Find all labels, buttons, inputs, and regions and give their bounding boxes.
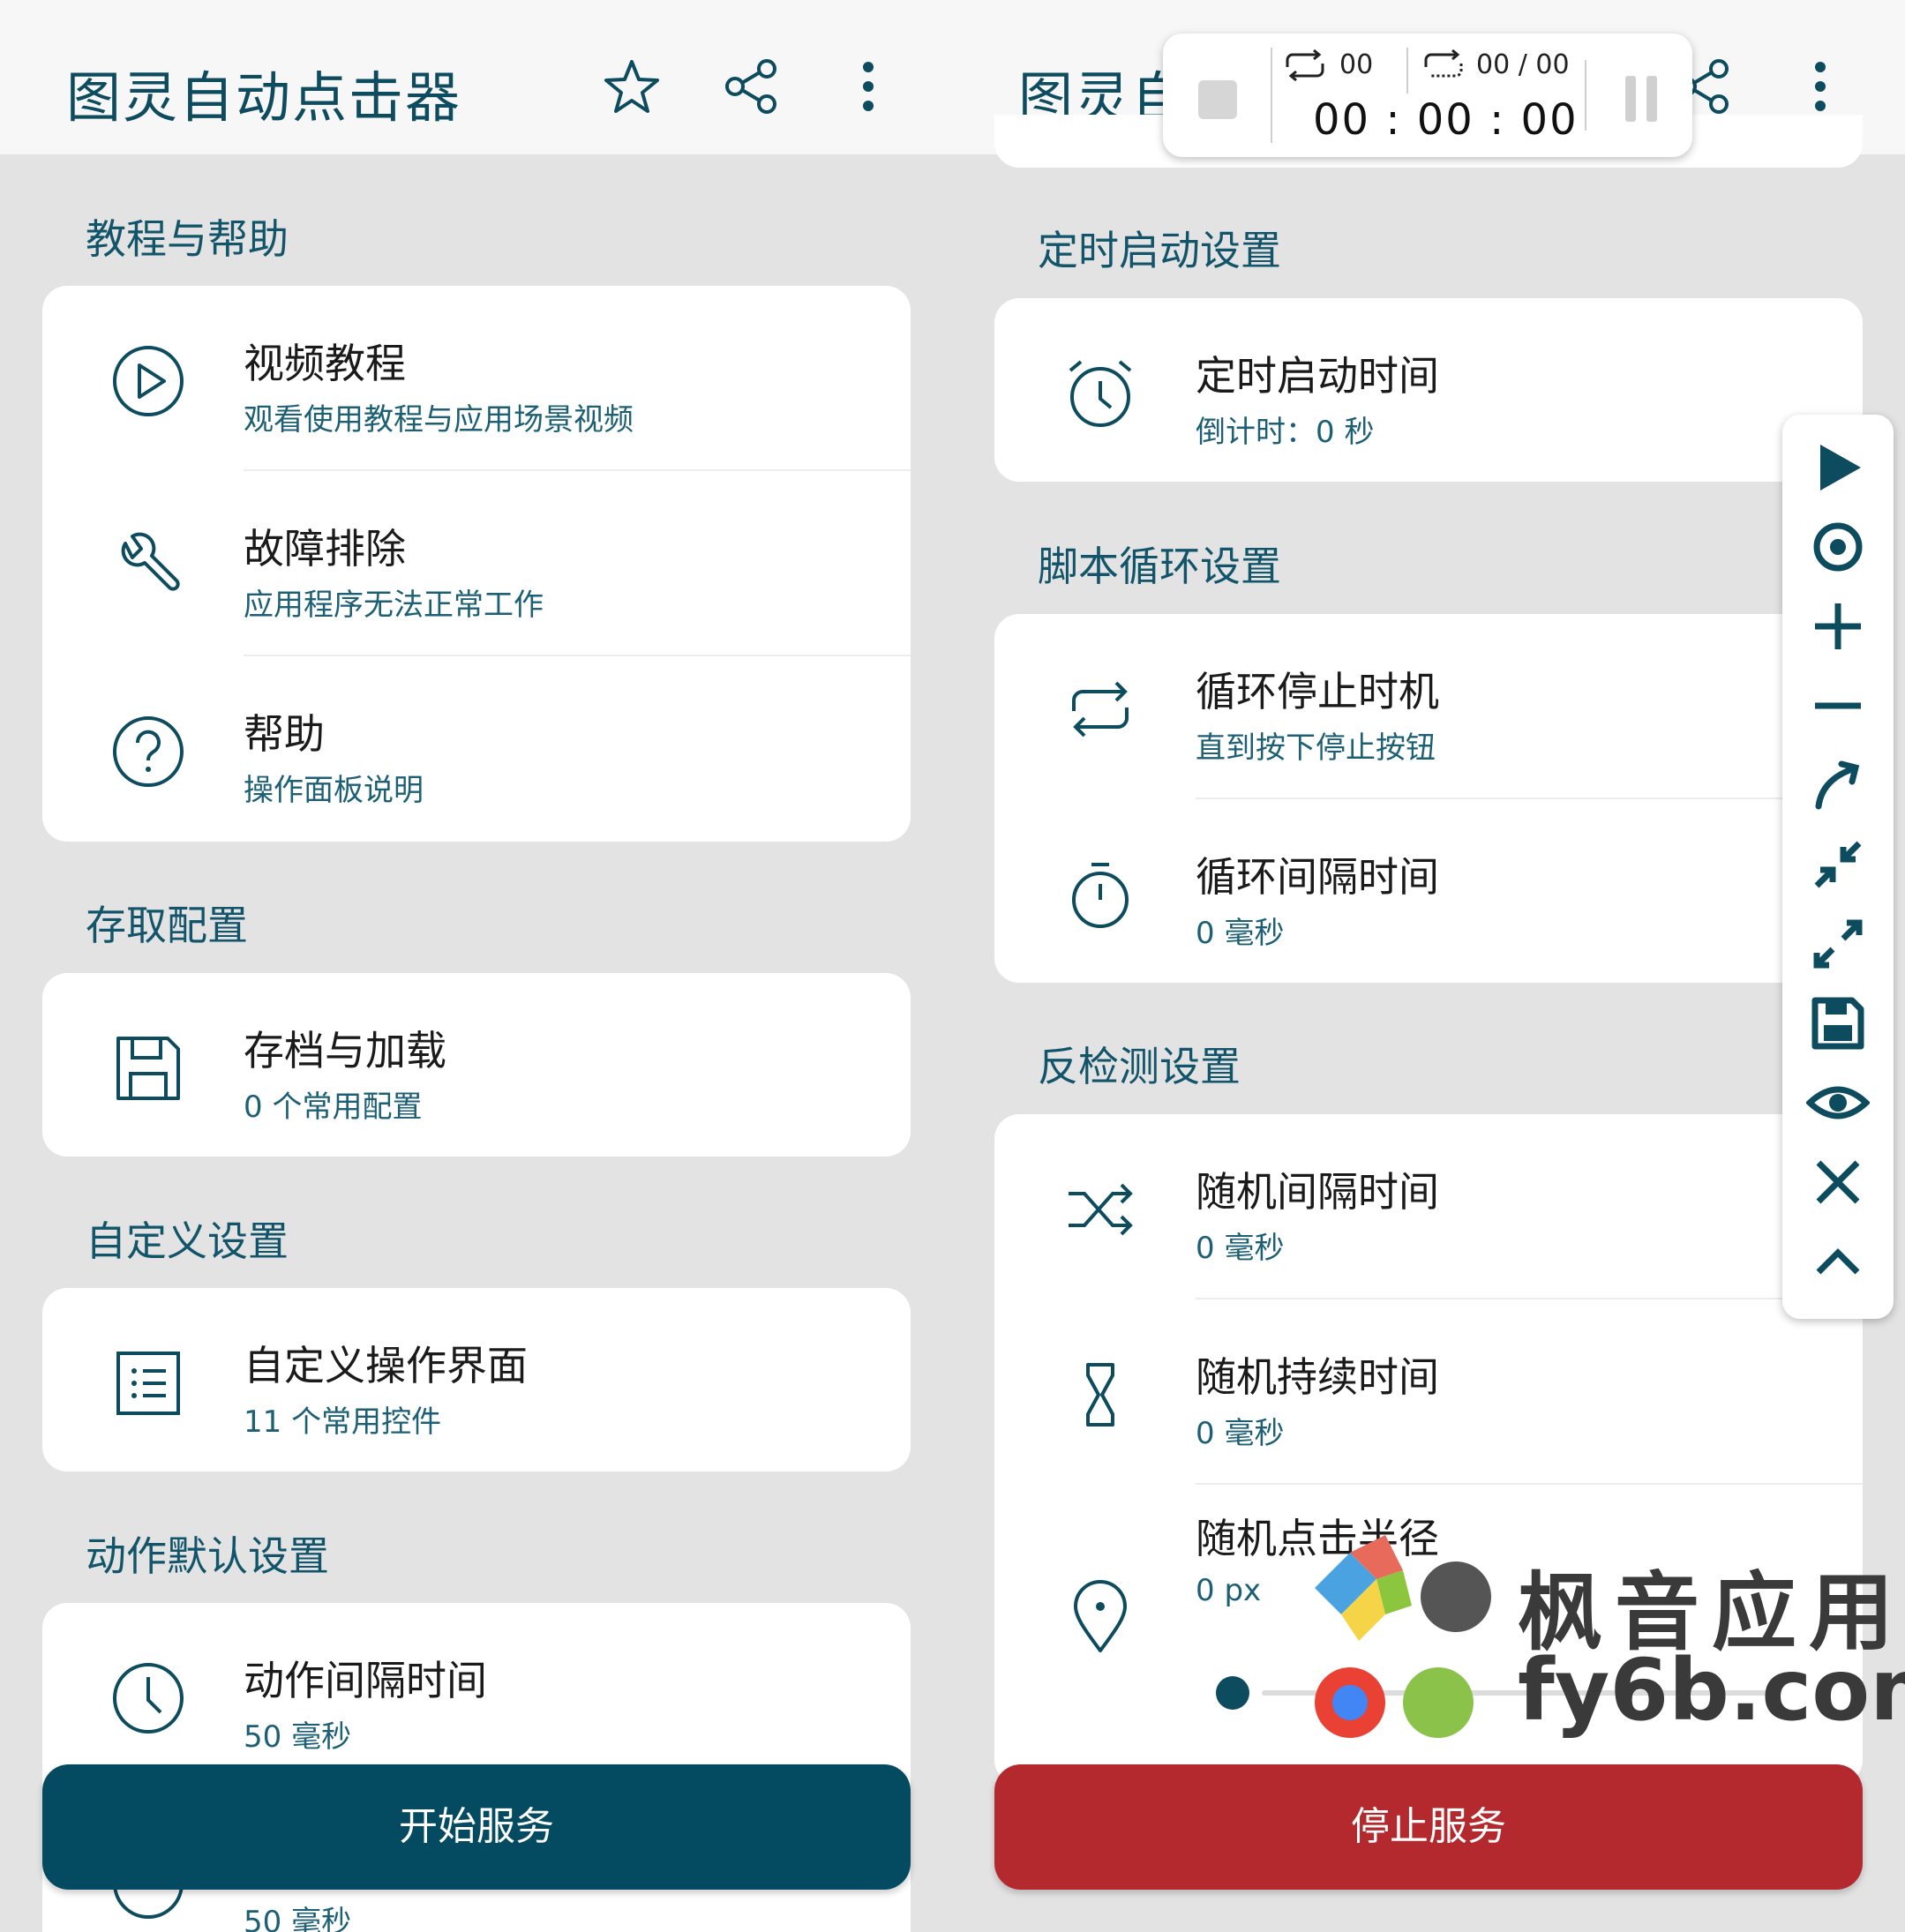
repeat-icon [1286, 49, 1324, 81]
elapsed-clock: 00 : 00 : 00 [1313, 95, 1579, 145]
separator [1406, 48, 1408, 94]
loop-count: 00 [1339, 49, 1374, 80]
item-title: 定时启动时间 [1196, 352, 1439, 400]
more-icon[interactable] [1789, 55, 1852, 118]
plus-icon[interactable] [1806, 595, 1870, 658]
left-screen: 图灵自动点击器 教程与帮助 视频教程 观看使用教程与应用场景视频 故障排除 应用… [0, 0, 953, 1932]
item-subtitle: 50 毫秒 [244, 1719, 352, 1755]
watermark-logo [1315, 1535, 1491, 1738]
pause-icon[interactable] [1622, 76, 1661, 122]
random-interval-item[interactable]: 随机间隔时间 0 毫秒 [994, 1114, 1863, 1299]
collapse-icon[interactable] [1806, 1230, 1870, 1293]
item-subtitle: 0 个常用配置 [244, 1090, 423, 1125]
stop-square-icon[interactable] [1198, 80, 1237, 119]
wrench-icon [121, 532, 180, 591]
close-icon[interactable] [1806, 1150, 1870, 1214]
tutorial-card: 视频教程 观看使用教程与应用场景视频 故障排除 应用程序无法正常工作 帮助 操作… [42, 286, 911, 842]
item-subtitle: 0 毫秒 [1196, 1416, 1285, 1451]
radius-slider-thumb[interactable] [1216, 1676, 1249, 1710]
save-icon[interactable] [1806, 992, 1870, 1055]
floppy-icon [116, 1037, 180, 1100]
item-subtitle: 倒计时：0 秒 [1196, 415, 1375, 450]
random-duration-item[interactable]: 随机持续时间 0 毫秒 [994, 1299, 1863, 1485]
app-title: 图灵自动点击器 [66, 65, 462, 130]
custom-ui-item[interactable]: 自定义操作界面 11 个常用控件 [42, 1288, 911, 1471]
share-icon[interactable] [719, 55, 783, 118]
shrink-icon[interactable] [1806, 833, 1870, 896]
loop-stop-item[interactable]: 循环停止时机 直到按下停止按钮 [994, 614, 1863, 799]
loop-interval-item[interactable]: 循环间隔时间 0 毫秒 [994, 799, 1863, 983]
item-subtitle: 0 毫秒 [1196, 916, 1285, 951]
section-storage: 存取配置 [86, 902, 248, 949]
item-subtitle: 0 毫秒 [1196, 1231, 1285, 1266]
custom-card: 自定义操作界面 11 个常用控件 [42, 1288, 911, 1471]
item-subtitle: 直到按下停止按钮 [1196, 730, 1436, 766]
timer-card: 定时启动时间 倒计时：0 秒 [994, 298, 1863, 482]
play-icon[interactable] [1806, 436, 1870, 499]
hourglass-icon [1086, 1363, 1114, 1427]
stop-service-button[interactable]: 停止服务 [994, 1764, 1863, 1890]
alarm-icon [1069, 360, 1132, 427]
action-interval-item[interactable]: 动作间隔时间 50 毫秒 [42, 1603, 911, 1788]
troubleshoot-item[interactable]: 故障排除 应用程序无法正常工作 [42, 471, 911, 656]
floating-control-panel [1782, 415, 1894, 1319]
section-anti-detect: 反检测设置 [1038, 1043, 1241, 1090]
item-title: 动作间隔时间 [244, 1657, 487, 1704]
storage-card: 存档与加载 0 个常用配置 [42, 973, 911, 1157]
watermark: 枫音应用 fy6b.com [1297, 1526, 1905, 1756]
app-bar: 图灵自动点击器 [0, 0, 953, 154]
item-title: 随机持续时间 [1196, 1353, 1439, 1401]
item-subtitle: 0 px [1196, 1573, 1262, 1608]
separator [1585, 60, 1586, 131]
shuffle-icon [1069, 1183, 1133, 1236]
section-tutorial: 教程与帮助 [86, 215, 289, 263]
help-icon [113, 716, 184, 787]
clock-icon [113, 1663, 184, 1734]
item-title: 循环间隔时间 [1196, 853, 1439, 901]
expand-icon[interactable] [1806, 912, 1870, 976]
start-service-button[interactable]: 开始服务 [42, 1764, 911, 1890]
scheduled-start-item[interactable]: 定时启动时间 倒计时：0 秒 [994, 298, 1863, 482]
section-defaults: 动作默认设置 [86, 1532, 329, 1580]
repeat-icon [1072, 681, 1129, 738]
separator [1271, 48, 1272, 143]
item-title: 帮助 [244, 710, 325, 758]
section-timer: 定时启动设置 [1038, 227, 1281, 274]
run-count: 00 / 00 [1476, 49, 1570, 80]
location-pin-icon [1074, 1580, 1127, 1652]
eye-icon[interactable] [1806, 1071, 1870, 1134]
video-tutorial-item[interactable]: 视频教程 观看使用教程与应用场景视频 [42, 286, 911, 471]
stopwatch-icon [1072, 863, 1129, 928]
item-title: 随机间隔时间 [1196, 1168, 1439, 1216]
repeat-dotted-icon [1424, 49, 1463, 78]
target-icon[interactable] [1806, 515, 1870, 579]
star-icon[interactable] [600, 55, 664, 118]
loop-card: 循环停止时机 直到按下停止按钮 循环间隔时间 0 毫秒 [994, 614, 1863, 983]
item-title: 循环停止时机 [1196, 668, 1439, 715]
item-title: 自定义操作界面 [244, 1342, 528, 1389]
swipe-icon[interactable] [1806, 753, 1870, 817]
minus-icon[interactable] [1806, 674, 1870, 738]
item-subtitle: 11 个常用控件 [244, 1404, 442, 1440]
item-subtitle: 操作面板说明 [244, 773, 424, 808]
watermark-line2: fy6b.com [1518, 1641, 1905, 1740]
section-loop: 脚本循环设置 [1038, 543, 1281, 590]
more-icon[interactable] [836, 55, 900, 118]
play-circle-icon [113, 346, 184, 416]
item-title: 存档与加载 [244, 1027, 446, 1075]
help-item[interactable]: 帮助 操作面板说明 [42, 656, 911, 842]
item-subtitle: 50 毫秒 [244, 1905, 352, 1932]
list-icon [116, 1352, 180, 1415]
item-title: 视频教程 [244, 340, 406, 387]
section-custom: 自定义设置 [86, 1217, 289, 1265]
save-load-item[interactable]: 存档与加载 0 个常用配置 [42, 973, 911, 1157]
item-subtitle: 应用程序无法正常工作 [244, 588, 544, 623]
run-timer-overlay: 00 00 / 00 00 : 00 : 00 [1163, 34, 1692, 157]
item-subtitle: 观看使用教程与应用场景视频 [244, 402, 634, 438]
item-title: 故障排除 [244, 525, 406, 573]
